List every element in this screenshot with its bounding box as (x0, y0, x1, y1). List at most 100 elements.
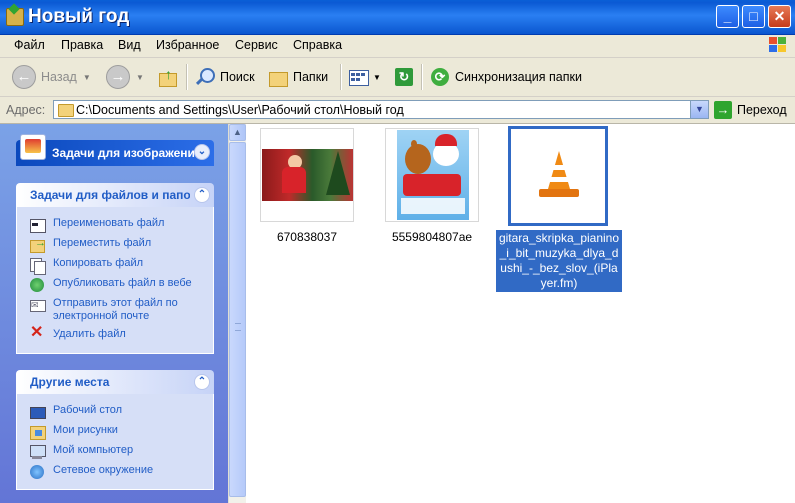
file-tasks-title: Задачи для файлов и папок (30, 188, 190, 202)
search-label: Поиск (220, 70, 255, 84)
search-icon (195, 67, 215, 87)
folders-label: Папки (293, 70, 329, 84)
sync-icon: ⟳ (430, 67, 450, 87)
image-tasks-header[interactable]: Задачи для изображений ⌄ (16, 134, 214, 166)
task-delete[interactable]: ✕ Удалить файл (29, 324, 126, 344)
dropdown-arrow-icon: ▼ (136, 72, 144, 82)
file-label[interactable]: 670838037 (260, 230, 354, 244)
place-my-computer[interactable]: Мой компьютер (29, 444, 133, 460)
place-desktop[interactable]: Рабочий стол (29, 404, 122, 420)
task-email[interactable]: ✉ Отправить этот файл по электронной поч… (29, 297, 199, 323)
chevron-up-icon[interactable]: ⌃ (194, 187, 210, 203)
task-move[interactable]: → Переместить файл (29, 237, 151, 253)
back-button[interactable]: ← Назад ▼ (12, 64, 91, 90)
toolbar-separator (186, 64, 188, 90)
address-path: C:\Documents and Settings\User\Рабочий с… (76, 103, 404, 117)
sync-folder-button[interactable]: ⟳ Синхронизация папки (430, 64, 582, 90)
refresh-button[interactable]: ↻ (394, 64, 419, 90)
my-computer-icon (29, 444, 46, 460)
scroll-thumb[interactable] (229, 142, 246, 497)
folders-icon (268, 67, 288, 87)
file-label[interactable]: 5559804807ae (385, 230, 479, 244)
toolbar-separator (340, 64, 342, 90)
place-label: Мой компьютер (53, 444, 134, 456)
close-button[interactable]: ✕ (768, 5, 791, 28)
vertical-scrollbar[interactable]: ▲ (228, 124, 246, 503)
picture-tasks-icon (20, 134, 46, 160)
windows-logo-icon (769, 37, 787, 54)
window-title: Новый год (28, 6, 130, 27)
place-label: Мои рисунки (53, 424, 118, 436)
place-label: Рабочий стол (53, 404, 123, 416)
vlc-cone-icon (539, 151, 579, 199)
address-bar: Адрес: C:\Documents and Settings\User\Ра… (0, 97, 795, 124)
christmas-photo-icon (262, 149, 353, 201)
folder-icon (6, 8, 24, 26)
file-tasks-header[interactable]: Задачи для файлов и папок ⌃ (16, 183, 214, 207)
sync-label: Синхронизация папки (455, 70, 582, 84)
chevron-down-icon[interactable]: ▼ (690, 101, 708, 118)
minimize-button[interactable]: _ (716, 5, 739, 28)
chevron-down-icon[interactable]: ⌄ (194, 144, 210, 160)
menu-bar: Файл Правка Вид Избранное Сервис Справка (0, 35, 795, 58)
toolbar: ← Назад ▼ → ▼ ↑ Поиск Папки ▼ ↻ ⟳ Синхро… (0, 58, 795, 97)
menu-file[interactable]: Файл (14, 38, 45, 52)
address-input[interactable]: C:\Documents and Settings\User\Рабочий с… (53, 100, 709, 119)
place-label: Сетевое окружение (53, 464, 154, 476)
menu-help[interactable]: Справка (293, 38, 342, 52)
file-thumbnail-selected[interactable] (508, 126, 608, 226)
file-list: 670838037 5559804807ae gitara_skripka_pi… (246, 124, 795, 503)
file-thumbnail[interactable] (260, 128, 354, 222)
back-label: Назад (41, 70, 77, 84)
task-label: Опубликовать файл в вебе (53, 277, 192, 289)
address-label: Адрес: (6, 103, 46, 117)
dropdown-arrow-icon: ▼ (82, 72, 91, 82)
up-folder-button[interactable]: ↑ (158, 64, 183, 90)
views-button[interactable]: ▼ (348, 64, 381, 90)
go-button[interactable]: → Переход (714, 100, 787, 120)
up-folder-icon: ↑ (158, 66, 178, 87)
file-label-selected[interactable]: gitara_skripka_pianino_i_bit_muzyka_dlya… (496, 230, 622, 292)
my-pictures-icon (29, 424, 46, 440)
place-my-pictures[interactable]: Мои рисунки (29, 424, 118, 440)
place-network[interactable]: Сетевое окружение (29, 464, 153, 480)
rename-icon (29, 217, 46, 233)
task-label: Отправить этот файл по электронной почте (53, 297, 178, 322)
menu-tools[interactable]: Сервис (235, 38, 278, 52)
other-places-header[interactable]: Другие места ⌃ (16, 370, 214, 394)
publish-web-icon (29, 277, 45, 293)
reindeer-picture-icon (397, 130, 469, 220)
move-icon: → (29, 237, 46, 253)
dropdown-arrow-icon: ▼ (373, 72, 381, 82)
delete-icon: ✕ (30, 324, 44, 341)
desktop-icon (29, 404, 46, 420)
search-button[interactable]: Поиск (195, 64, 255, 90)
scroll-up-button[interactable]: ▲ (229, 124, 246, 141)
task-rename[interactable]: Переименовать файл (29, 217, 164, 233)
image-tasks-title: Задачи для изображений (52, 146, 203, 160)
task-label: Переместить файл (53, 237, 152, 249)
forward-arrow-icon: → (106, 65, 130, 89)
task-publish[interactable]: Опубликовать файл в вебе (29, 277, 192, 293)
other-places-title: Другие места (30, 375, 110, 389)
maximize-button[interactable]: □ (742, 5, 765, 28)
chevron-up-icon[interactable]: ⌃ (194, 374, 210, 390)
menu-favorites[interactable]: Избранное (156, 38, 219, 52)
views-icon (348, 67, 369, 87)
go-label: Переход (737, 103, 787, 117)
task-copy[interactable]: Копировать файл (29, 257, 143, 275)
task-label: Удалить файл (53, 328, 126, 340)
forward-button[interactable]: → ▼ (106, 64, 144, 90)
menu-view[interactable]: Вид (118, 38, 141, 52)
go-arrow-icon: → (714, 101, 732, 119)
file-tasks-body: Переименовать файл → Переместить файл Ко… (16, 207, 214, 354)
folders-button[interactable]: Папки (268, 64, 328, 90)
other-places-body: Рабочий стол Мои рисунки Мой компьютер С… (16, 394, 214, 490)
menu-edit[interactable]: Правка (61, 38, 103, 52)
task-pane: Задачи для изображений ⌄ Задачи для файл… (0, 124, 228, 503)
file-thumbnail[interactable] (385, 128, 479, 222)
copy-icon (29, 257, 46, 275)
email-icon: ✉ (29, 297, 46, 313)
title-bar[interactable]: Новый год _ □ ✕ (0, 0, 795, 35)
task-label: Переименовать файл (53, 217, 165, 229)
